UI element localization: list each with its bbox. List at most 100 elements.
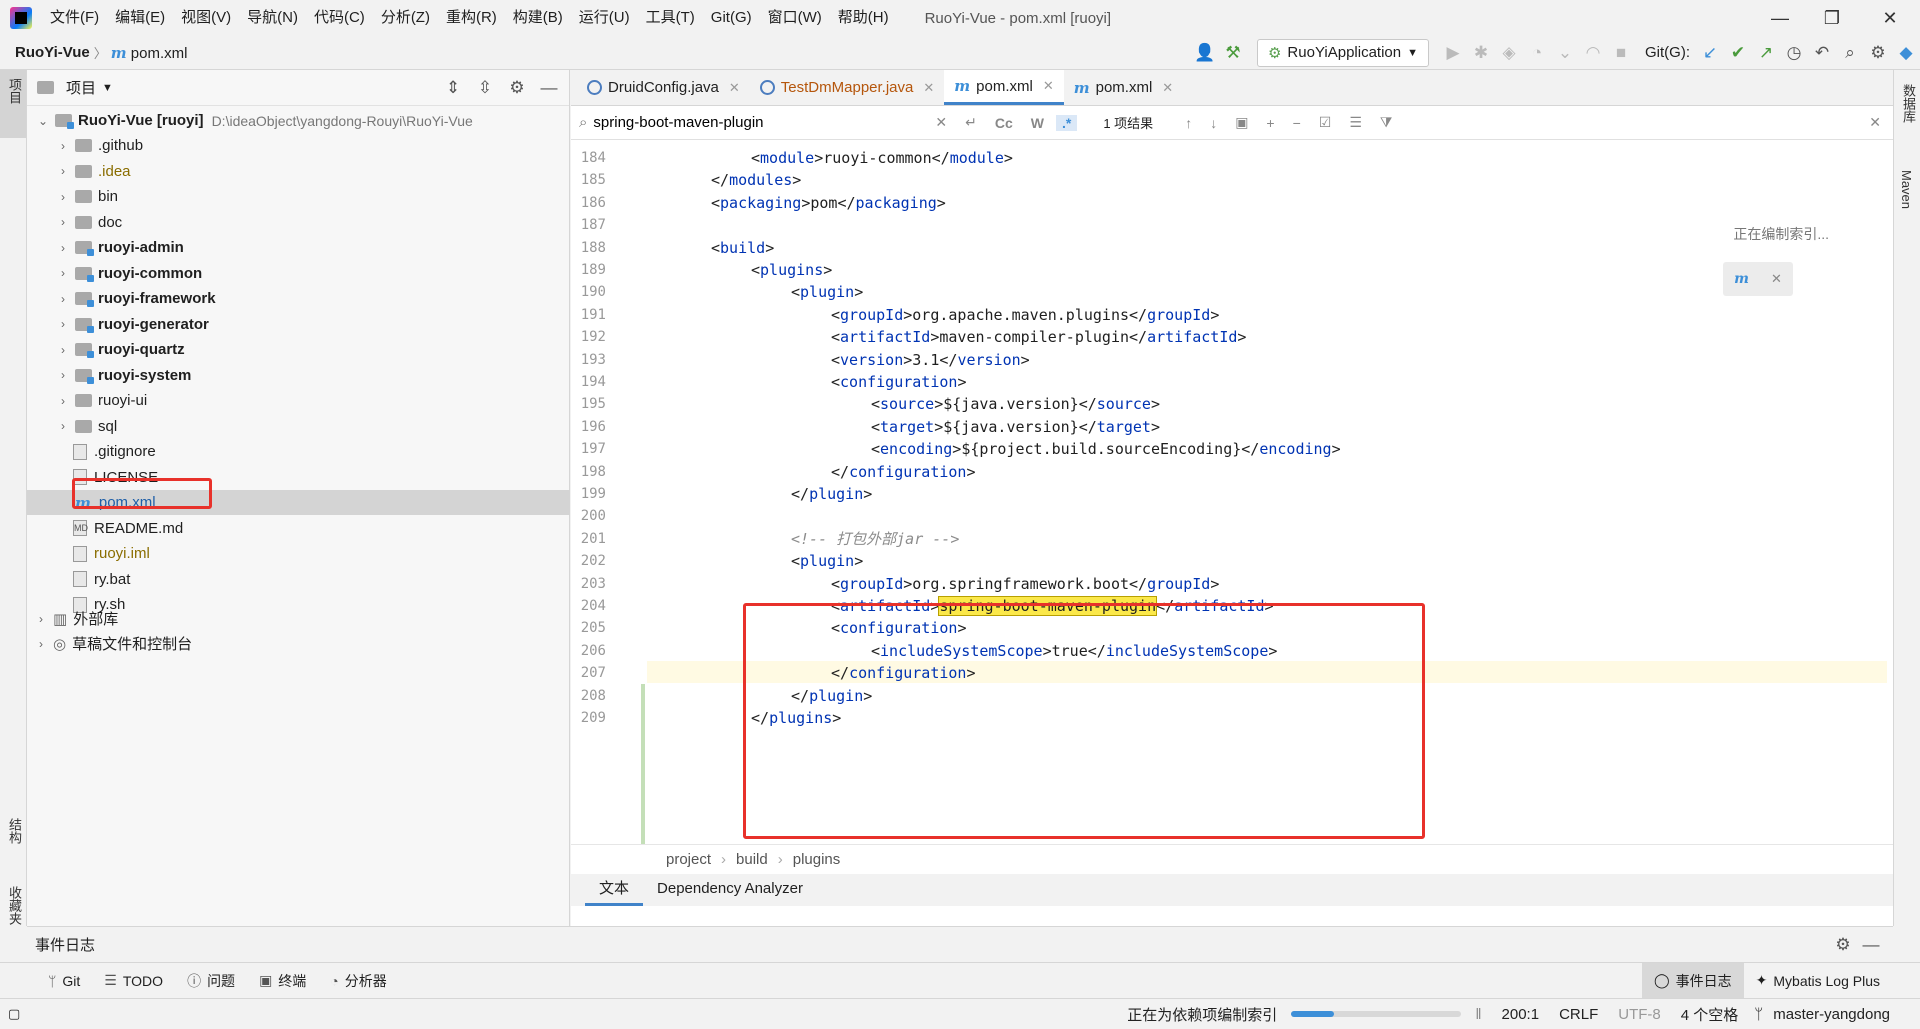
close-tab-icon[interactable]: ✕ [1043,78,1054,94]
chevron-right-icon[interactable]: › [33,637,49,651]
previous-occurrence-icon[interactable]: ↑ [1179,115,1198,131]
file-encoding[interactable]: UTF-8 [1608,1006,1671,1023]
maximize-button[interactable]: ❐ [1804,0,1860,36]
tree-item[interactable]: .gitignore [27,439,570,464]
database-stripe-button[interactable]: 数据库 [1899,84,1918,123]
attach-icon[interactable]: ◠ [1579,39,1607,67]
chevron-right-icon[interactable]: › [55,266,71,280]
chevron-right-icon[interactable]: › [55,292,71,306]
menu-item[interactable]: 编辑(E) [107,0,173,36]
tree-item[interactable]: › doc [27,210,570,235]
tool-window-button[interactable]: ☰ TODO [92,963,175,999]
chevron-right-icon[interactable]: › [33,612,49,626]
tree-item[interactable]: › bin [27,184,570,209]
panel-settings-gear-icon[interactable]: ⚙ [503,74,531,102]
tree-item[interactable]: › sql [27,414,570,439]
git-branch[interactable]: master-yangdong [1763,1006,1900,1023]
tool-window-button[interactable]: ⓘ 问题 [175,963,247,999]
filter-search-icon[interactable]: ▣ [1229,114,1254,131]
chevron-right-icon[interactable]: › [55,343,71,357]
breadcrumb-item[interactable]: project [666,851,711,868]
settings-gear-icon[interactable]: ⚙ [1864,39,1892,67]
breadcrumb-file[interactable]: m pom.xml [107,44,192,62]
git-update-icon[interactable]: ↙ [1696,39,1724,67]
code-editor[interactable]: 184 185 186 187 188 189 190 191 192 193 194 195 196 1… [571,142,1893,844]
close-tab-icon[interactable]: ✕ [729,80,740,96]
pause-indexing-icon[interactable]: ‖ [1475,1006,1481,1023]
open-in-window-icon[interactable]: ☰ [1343,114,1368,131]
structure-stripe-button[interactable]: 结构 [5,818,24,844]
menu-item[interactable]: 导航(N) [239,0,306,36]
chevron-down-icon[interactable]: ⌄ [35,114,51,128]
regex-button[interactable]: .* [1056,114,1078,131]
filter-icon[interactable]: ⧩ [1374,114,1399,131]
stop-icon[interactable]: ■ [1607,39,1635,67]
search-icon[interactable]: ⌕ [1836,39,1864,67]
hide-event-log-icon[interactable]: — [1857,931,1885,959]
menu-item[interactable]: 运行(U) [571,0,638,36]
menu-item[interactable]: 重构(R) [438,0,505,36]
close-popup-icon[interactable]: ✕ [1771,271,1782,287]
hide-panel-icon[interactable]: — [535,74,563,102]
collapse-all-icon[interactable]: ⇳ [471,74,499,102]
chevron-right-icon[interactable]: › [55,419,71,433]
chevron-down-icon[interactable]: ▼ [102,82,113,94]
editor-tab[interactable]: m pom.xml ✕ [1064,70,1183,105]
tree-item[interactable]: › ruoyi-generator [27,312,570,337]
next-occurrence-icon[interactable]: ↓ [1204,115,1223,131]
editor-tab[interactable]: DruidConfig.java ✕ [577,70,750,105]
close-find-icon[interactable]: ✕ [1863,114,1887,131]
tab-text[interactable]: 文本 [585,874,644,906]
tree-item[interactable]: › ruoyi-system [27,363,570,388]
tree-item[interactable]: › ruoyi-common [27,261,570,286]
toggle-tool-windows-icon[interactable]: ▢ [8,1006,20,1022]
event-log-title[interactable]: 事件日志 [35,934,95,955]
chevron-right-icon[interactable]: › [55,368,71,382]
maven-reload-icon[interactable]: m [1734,271,1749,287]
favorites-stripe-button[interactable]: 收藏夹 [5,886,24,925]
menu-item[interactable]: 视图(V) [173,0,239,36]
editor-tab[interactable]: m pom.xml ✕ [944,70,1064,105]
breadcrumb-item[interactable]: build [736,851,768,868]
tree-item[interactable]: ruoyi.iml [27,541,570,566]
git-commit-icon[interactable]: ✔ [1724,39,1752,67]
menu-item[interactable]: 帮助(H) [830,0,897,36]
menu-item[interactable]: 窗口(W) [760,0,830,36]
close-window-button[interactable]: ✕ [1862,0,1918,36]
project-panel-title[interactable]: 项目 [66,77,96,98]
git-rollback-icon[interactable]: ↶ [1808,39,1836,67]
tree-scratches[interactable]: › ◎ 草稿文件和控制台 [27,631,570,656]
tree-item[interactable]: › ruoyi-ui [27,388,570,413]
tool-window-button[interactable]: ▣ 终端 [247,963,318,999]
more-run-icon[interactable]: ⌄ [1551,39,1579,67]
menu-item[interactable]: 代码(C) [306,0,373,36]
breadcrumb-item[interactable]: plugins [793,851,841,868]
project-stripe-button[interactable]: 项目 [0,70,26,138]
tree-item[interactable]: LICENSE [27,465,570,490]
expand-all-icon[interactable]: ⇕ [439,74,467,102]
plugin-logo-icon[interactable]: ◆ [1892,39,1920,67]
profile-icon[interactable]: ◔ [1523,39,1551,67]
menu-item[interactable]: 文件(F) [42,0,107,36]
chevron-right-icon[interactable]: › [55,317,71,331]
run-configuration-select[interactable]: ⚙ RuoYiApplication ▼ [1256,38,1429,67]
select-all-occurrences-icon[interactable]: ☑ [1313,114,1338,131]
chevron-right-icon[interactable]: › [55,394,71,408]
chevron-right-icon[interactable]: › [55,215,71,229]
tool-window-button[interactable]: ᛘ Git [36,963,92,999]
coverage-icon[interactable]: ◈ [1495,39,1523,67]
chevron-right-icon[interactable]: › [55,190,71,204]
tool-window-button[interactable]: ✦ Mybatis Log Plus [1744,963,1892,999]
maven-stripe-button[interactable]: Maven [1899,170,1914,209]
menu-item[interactable]: Git(G) [703,0,760,36]
clear-search-icon[interactable]: ✕ [929,114,953,131]
event-log-settings-gear-icon[interactable]: ⚙ [1829,931,1857,959]
tree-item[interactable]: › .github [27,133,570,158]
tree-item[interactable]: ry.bat [27,567,570,592]
tree-item[interactable]: m pom.xml [27,490,570,515]
git-push-icon[interactable]: ↗ [1752,39,1780,67]
menu-item[interactable]: 分析(Z) [373,0,438,36]
match-case-button[interactable]: Cc [989,115,1019,131]
menu-item[interactable]: 工具(T) [638,0,703,36]
tree-external-libraries[interactable]: › ▥ 外部库 [27,606,570,631]
